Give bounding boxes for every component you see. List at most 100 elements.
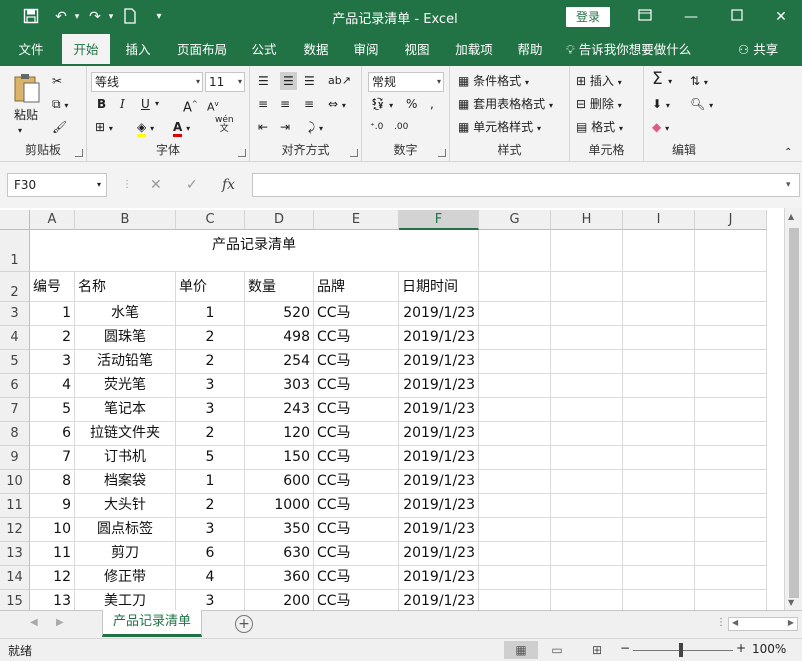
table-cell[interactable]: 档案袋 xyxy=(75,470,176,494)
zoom-slider-handle[interactable] xyxy=(679,643,683,657)
table-cell[interactable]: CC马 xyxy=(314,350,399,374)
font-name-select[interactable]: 等线 ▾ xyxy=(91,72,203,92)
cell[interactable] xyxy=(695,230,767,272)
zoom-in-icon[interactable]: + xyxy=(736,641,746,655)
save-icon[interactable] xyxy=(22,8,40,26)
cell[interactable] xyxy=(695,272,767,302)
undo-dropdown-icon[interactable]: ▾ xyxy=(68,8,86,26)
row-header-11[interactable]: 11 xyxy=(0,494,30,518)
table-cell[interactable]: CC马 xyxy=(314,494,399,518)
column-header-f[interactable]: F xyxy=(399,210,479,230)
orientation-icon[interactable]: ab↗ xyxy=(328,72,351,90)
increase-decimal-icon[interactable]: ⁺.0 xyxy=(370,118,383,136)
decrease-indent-icon[interactable]: ⇤ xyxy=(258,118,268,136)
new-file-icon[interactable] xyxy=(121,8,139,26)
table-cell[interactable]: 630 xyxy=(245,542,314,566)
cell[interactable] xyxy=(479,518,551,542)
cell[interactable] xyxy=(551,272,623,302)
table-cell[interactable]: 520 xyxy=(245,302,314,326)
table-cell[interactable]: 订书机 xyxy=(75,446,176,470)
cell[interactable] xyxy=(479,398,551,422)
bold-button[interactable]: B xyxy=(97,95,106,113)
row-header-9[interactable]: 9 xyxy=(0,446,30,470)
tab-home[interactable]: 开始 xyxy=(62,34,110,66)
row-header-5[interactable]: 5 xyxy=(0,350,30,374)
tab-formulas[interactable]: 公式 xyxy=(244,34,284,66)
table-cell[interactable]: 2019/1/23 xyxy=(399,494,479,518)
cell[interactable] xyxy=(623,326,695,350)
cell[interactable] xyxy=(551,446,623,470)
table-cell[interactable]: 6 xyxy=(30,422,75,446)
table-cell[interactable]: 8 xyxy=(30,470,75,494)
cell[interactable] xyxy=(623,422,695,446)
accounting-format-icon[interactable]: 💱︎ ▾ xyxy=(370,95,393,115)
column-header-a[interactable]: A xyxy=(30,210,75,230)
cell[interactable] xyxy=(623,518,695,542)
customize-icon[interactable]: ▾ xyxy=(150,8,168,26)
insert-cells-button[interactable]: ⊞ 插入 ▾ xyxy=(576,72,622,92)
expand-formula-icon[interactable]: ▾ xyxy=(786,173,791,197)
paste-button[interactable] xyxy=(10,72,44,109)
cell[interactable] xyxy=(695,398,767,422)
table-cell[interactable]: CC马 xyxy=(314,542,399,566)
cancel-icon[interactable]: ✕ xyxy=(150,173,162,197)
cell[interactable] xyxy=(479,302,551,326)
maximize-icon[interactable] xyxy=(722,6,752,28)
column-header-i[interactable]: I xyxy=(623,210,695,230)
tab-review[interactable]: 审阅 xyxy=(346,34,386,66)
row-header-7[interactable]: 7 xyxy=(0,398,30,422)
fill-icon[interactable]: ⬇ ▾ xyxy=(652,95,670,115)
cell[interactable] xyxy=(695,566,767,590)
table-cell[interactable]: 3 xyxy=(176,518,245,542)
vertical-scrollbar[interactable]: ▲ ▼ xyxy=(784,208,802,610)
border-icon[interactable]: ⊞ ▾ xyxy=(95,118,113,138)
cell[interactable] xyxy=(623,446,695,470)
scroll-up-icon[interactable]: ▲ xyxy=(788,212,794,221)
row-header-6[interactable]: 6 xyxy=(0,374,30,398)
table-cell[interactable]: 3 xyxy=(176,374,245,398)
scroll-right-icon[interactable]: ▶ xyxy=(788,618,794,627)
table-cell[interactable]: CC马 xyxy=(314,302,399,326)
align-bottom-icon[interactable]: ☰ xyxy=(304,72,315,90)
table-cell[interactable]: 2019/1/23 xyxy=(399,590,479,610)
cell[interactable] xyxy=(551,590,623,610)
column-heading-cell[interactable]: 编号 xyxy=(30,272,75,302)
table-cell[interactable]: 荧光笔 xyxy=(75,374,176,398)
table-cell[interactable]: 350 xyxy=(245,518,314,542)
page-layout-view-icon[interactable]: ▭ xyxy=(540,641,574,659)
worksheet-grid[interactable]: ▲ ▼ A B C D E F G H I J 1 2 3 4 5 6 7 8 9 10 11 12 13 14 15 产品记录清… xyxy=(0,208,802,610)
row-header-3[interactable]: 3 xyxy=(0,302,30,326)
table-cell[interactable]: 活动铅笔 xyxy=(75,350,176,374)
sheet-tab-active[interactable]: 产品记录清单 xyxy=(102,610,202,637)
minimize-icon[interactable]: — xyxy=(676,6,706,28)
table-cell[interactable]: 2 xyxy=(176,350,245,374)
table-cell[interactable]: 6 xyxy=(176,542,245,566)
table-cell[interactable]: 2 xyxy=(176,326,245,350)
share-button[interactable]: ⚇ 共享 xyxy=(738,34,778,66)
table-cell[interactable]: 拉链文件夹 xyxy=(75,422,176,446)
table-cell[interactable]: 大头针 xyxy=(75,494,176,518)
ribbon-display-icon[interactable] xyxy=(630,6,660,28)
table-cell[interactable]: CC马 xyxy=(314,326,399,350)
merge-center-icon[interactable]: ⇔ ▾ xyxy=(328,95,346,115)
close-icon[interactable]: ✕ xyxy=(766,6,796,28)
table-cell[interactable]: CC马 xyxy=(314,446,399,470)
table-cell[interactable]: CC马 xyxy=(314,590,399,610)
cell[interactable] xyxy=(623,566,695,590)
table-cell[interactable]: 水笔 xyxy=(75,302,176,326)
cell[interactable] xyxy=(479,230,551,272)
tab-insert[interactable]: 插入 xyxy=(116,34,160,66)
row-header-2[interactable]: 2 xyxy=(0,272,30,302)
table-cell[interactable]: 2019/1/23 xyxy=(399,422,479,446)
clear-icon[interactable]: ◆ ▾ xyxy=(652,118,669,138)
table-cell[interactable]: 243 xyxy=(245,398,314,422)
table-cell[interactable]: 254 xyxy=(245,350,314,374)
number-format-select[interactable]: 常规 ▾ xyxy=(368,72,444,92)
scroll-left-icon[interactable]: ◀ xyxy=(732,618,738,627)
font-color-icon[interactable]: A ▾ xyxy=(173,118,190,138)
cell[interactable] xyxy=(695,518,767,542)
align-center-icon[interactable]: ≡ xyxy=(280,95,290,113)
row-header-12[interactable]: 12 xyxy=(0,518,30,542)
fill-color-icon[interactable]: ◈ ▾ xyxy=(137,118,154,138)
column-header-b[interactable]: B xyxy=(75,210,176,230)
